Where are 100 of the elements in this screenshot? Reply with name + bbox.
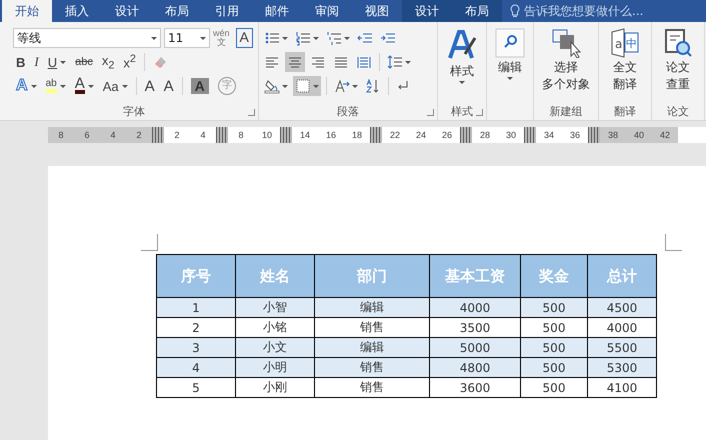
table-cell: 小刚 bbox=[236, 378, 314, 398]
table-cell: 4100 bbox=[588, 378, 656, 398]
table-cell: 500 bbox=[520, 298, 588, 318]
ribbon-tab[interactable]: 设计 bbox=[102, 0, 152, 22]
column-marker[interactable] bbox=[460, 127, 472, 143]
header-cell: 基本工资 bbox=[430, 254, 520, 298]
ruler-number: 2 bbox=[126, 127, 152, 143]
caret-icon bbox=[352, 84, 358, 88]
table-cell: 4800 bbox=[430, 358, 520, 378]
ruler-number: 38 bbox=[600, 127, 626, 143]
ribbon-tab[interactable]: 审阅 bbox=[302, 0, 352, 22]
plain-button[interactable]: Aa bbox=[100, 76, 131, 96]
column-marker[interactable] bbox=[216, 127, 228, 143]
sup-button[interactable]: x$^{2}$ bbox=[120, 52, 139, 72]
sort-icon bbox=[365, 78, 381, 94]
letter-arrow-icon bbox=[334, 78, 350, 94]
highlight-button[interactable]: ab bbox=[42, 76, 69, 96]
editing-button[interactable]: 编辑 bbox=[490, 28, 530, 80]
color-button[interactable]: A bbox=[72, 76, 97, 96]
sub-button[interactable]: x$_{2}$ bbox=[98, 52, 118, 72]
numbered-list-icon bbox=[295, 30, 311, 46]
ruler-number: 42 bbox=[652, 127, 678, 143]
ruler-number: 4 bbox=[100, 127, 126, 143]
ruler-number: 8 bbox=[48, 127, 74, 143]
header-cell: 总计 bbox=[588, 254, 656, 298]
header-cell: 部门 bbox=[314, 254, 430, 298]
table-cell: 销售 bbox=[314, 358, 430, 378]
translate-button[interactable]: a 中 全文 翻译 bbox=[602, 28, 648, 92]
search-icon bbox=[495, 28, 525, 58]
group-label: 字体 bbox=[122, 104, 146, 120]
ruler-number: 6 bbox=[74, 127, 100, 143]
shrink-button[interactable]: A bbox=[160, 76, 177, 96]
table-cell: 小智 bbox=[236, 298, 314, 318]
select-shapes-icon bbox=[551, 28, 581, 58]
ribbon-tab[interactable]: 插入 bbox=[52, 0, 102, 22]
select-objects-button[interactable]: 选择 多个对象 bbox=[537, 28, 595, 92]
column-marker[interactable] bbox=[370, 127, 382, 143]
table-cell: 5000 bbox=[430, 338, 520, 358]
column-marker[interactable] bbox=[588, 127, 600, 143]
table-cell: 4 bbox=[156, 358, 236, 378]
table-cell: 4000 bbox=[430, 298, 520, 318]
caret-icon bbox=[282, 84, 288, 88]
column-marker[interactable] bbox=[280, 127, 292, 143]
table-cell: 4500 bbox=[588, 298, 656, 318]
group-label: 段落 bbox=[336, 104, 360, 120]
align-icon bbox=[356, 54, 372, 70]
caret-icon bbox=[405, 60, 411, 64]
column-marker[interactable] bbox=[152, 127, 164, 143]
table-cell: 3 bbox=[156, 338, 236, 358]
bullet-list-icon bbox=[264, 30, 280, 46]
lightbulb-icon bbox=[510, 4, 520, 18]
header-cell: 序号 bbox=[156, 254, 236, 298]
caret-icon bbox=[313, 84, 319, 88]
ribbon-tab[interactable]: 布局 bbox=[452, 0, 502, 22]
caret-icon bbox=[507, 77, 513, 80]
table-cell: 3600 bbox=[430, 378, 520, 398]
ribbon-tab[interactable]: 引用 bbox=[202, 0, 252, 22]
header-cell: 奖金 bbox=[520, 254, 588, 298]
group-label: 样式 bbox=[450, 104, 474, 120]
table-cell: 销售 bbox=[314, 378, 430, 398]
bold-button[interactable]: B bbox=[13, 52, 28, 72]
strike-button[interactable]: abc bbox=[72, 52, 96, 72]
grow-button[interactable]: A bbox=[142, 76, 158, 96]
crop-mark bbox=[665, 234, 682, 251]
align-button[interactable] bbox=[285, 52, 305, 72]
borders-button[interactable] bbox=[293, 76, 321, 96]
table-cell: 小文 bbox=[236, 338, 314, 358]
plagiarism-check-button[interactable]: 论文 查重 bbox=[655, 28, 701, 92]
table-cell: 小明 bbox=[236, 358, 314, 378]
table-cell: 500 bbox=[520, 378, 588, 398]
table-cell: 1 bbox=[156, 298, 236, 318]
ribbon-tab[interactable]: 开始 bbox=[2, 0, 52, 22]
search-input[interactable]: 告诉我您想要做什么... bbox=[524, 4, 654, 18]
ribbon-tab[interactable]: 设计 bbox=[402, 0, 452, 22]
ribbon-tab[interactable]: 视图 bbox=[352, 0, 402, 22]
multilevel-list-icon bbox=[326, 30, 342, 46]
group-label: 翻译 bbox=[613, 104, 637, 120]
phonetic-guide-button[interactable]: wén 文 bbox=[213, 29, 230, 47]
ruler-number: 40 bbox=[626, 127, 652, 143]
table-cell: 5500 bbox=[588, 338, 656, 358]
line-spacing-icon bbox=[387, 54, 403, 70]
document-magnifier-icon bbox=[663, 28, 693, 58]
caret-icon bbox=[282, 36, 288, 40]
caret-icon bbox=[344, 36, 350, 40]
column-marker[interactable] bbox=[524, 127, 536, 143]
italic-button[interactable]: I bbox=[31, 52, 42, 72]
ribbon-tab[interactable]: 邮件 bbox=[252, 0, 302, 22]
paint-bucket-icon bbox=[264, 78, 280, 94]
table-cell: 5 bbox=[156, 378, 236, 398]
borders-icon bbox=[295, 78, 311, 94]
styles-button[interactable]: 样式 bbox=[441, 28, 483, 84]
caret-icon bbox=[313, 36, 319, 40]
table-cell: 编辑 bbox=[314, 338, 430, 358]
table-cell: 500 bbox=[520, 338, 588, 358]
ribbon-tab[interactable]: 布局 bbox=[152, 0, 202, 22]
caret-icon bbox=[459, 81, 465, 84]
underline-button[interactable]: U bbox=[44, 52, 70, 72]
table-cell: 500 bbox=[520, 358, 588, 378]
table-cell: 编辑 bbox=[314, 298, 430, 318]
crop-mark bbox=[141, 234, 158, 251]
